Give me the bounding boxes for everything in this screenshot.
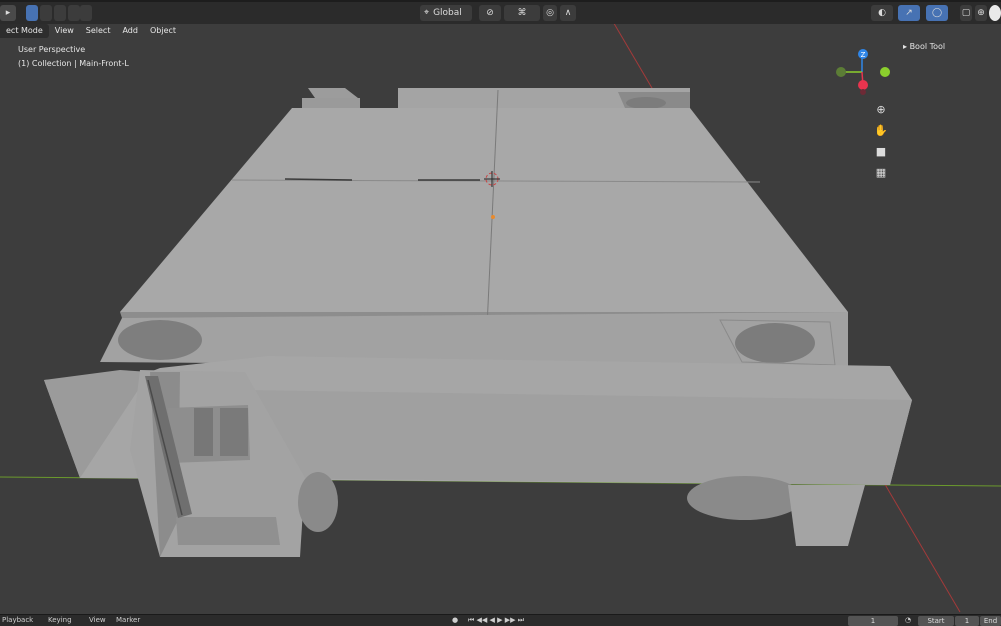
neg-x-axis-icon	[860, 89, 866, 95]
falloff-icon[interactable]: ∧	[560, 5, 576, 21]
select-box-icon[interactable]: ▸	[0, 5, 16, 21]
right-socket	[735, 323, 815, 363]
clock-icon[interactable]: ◔	[905, 616, 911, 624]
viewport-header: ▸ ⌖ Global ⊘ ⌘ ◎ ∧ ◐ ↗ ◯ ▢ ⊕	[0, 0, 1001, 24]
menu-marker[interactable]: Marker	[116, 616, 140, 624]
back-left-block	[308, 88, 358, 98]
solid-shading-icon[interactable]	[989, 5, 1001, 21]
right-cylinder	[687, 476, 803, 520]
collection-info: (1) Collection | Main-Front-L	[18, 59, 129, 68]
sidebar-bool-tool[interactable]: ▸ Bool Tool	[903, 42, 945, 51]
back-right-hole	[626, 97, 666, 109]
header-menu: ect Mode View Select Add Object	[0, 24, 182, 38]
menu-add[interactable]: Add	[116, 24, 144, 38]
subtract-selection-icon[interactable]	[54, 5, 66, 21]
record-icon[interactable]: ●	[452, 616, 458, 624]
hand-icon[interactable]: ✋	[873, 122, 889, 138]
grid-icon[interactable]: ▦	[873, 164, 889, 180]
object-origin	[491, 215, 495, 219]
menu-object[interactable]: Object	[144, 24, 182, 38]
y-axis-icon	[880, 67, 890, 77]
left-cylinder	[298, 472, 338, 532]
xray-icon[interactable]: ▢	[960, 5, 972, 21]
invert-selection-icon[interactable]	[80, 5, 92, 21]
zoom-icon[interactable]: ⊕	[873, 101, 889, 117]
menu-view[interactable]: View	[49, 24, 80, 38]
timeline-header: Playback Keying View Marker ● ⏮ ◀◀ ◀ ▶ ▶…	[0, 614, 1001, 626]
proportional-edit-icon[interactable]: ◎	[543, 5, 557, 21]
top-plate	[120, 108, 848, 312]
snap-icon[interactable]: ⌘	[504, 5, 540, 21]
gizmo-toggle-icon[interactable]: ↗	[898, 5, 920, 21]
intersect-selection-icon[interactable]	[68, 5, 80, 21]
menu-view-timeline[interactable]: View	[89, 616, 106, 624]
transform-orientation-icon: ⌖	[424, 8, 430, 18]
overlays-toggle-icon[interactable]: ◯	[926, 5, 948, 21]
view-name: User Perspective	[18, 45, 86, 54]
playback-controls-icon[interactable]: ⏮ ◀◀ ◀ ▶ ▶▶ ⏭	[468, 616, 524, 625]
left-socket	[118, 320, 202, 360]
new-selection-icon[interactable]	[26, 5, 38, 21]
pivot-icon[interactable]: ⊘	[479, 5, 501, 21]
menu-playback[interactable]: Playback	[2, 616, 33, 624]
mode-select[interactable]: ect Mode	[0, 24, 49, 38]
wireframe-shading-icon[interactable]: ⊕	[975, 5, 987, 21]
camera-icon[interactable]: ■	[873, 143, 889, 159]
neg-y-axis-icon	[836, 67, 846, 77]
transform-orientation-label: Global	[433, 8, 462, 18]
menu-select[interactable]: Select	[80, 24, 117, 38]
transform-orientation-select[interactable]: ⌖ Global	[420, 5, 472, 21]
z-axis-label: Z	[861, 51, 866, 59]
navigation-gizmo[interactable]: Z	[830, 48, 894, 96]
view-object-types-icon[interactable]: ◐	[871, 5, 893, 21]
menu-keying[interactable]: Keying	[48, 616, 72, 624]
right-leg	[788, 485, 865, 546]
extend-selection-icon[interactable]	[40, 5, 52, 21]
x-axis-icon	[858, 80, 868, 90]
bool-tool-label: Bool Tool	[909, 42, 946, 51]
